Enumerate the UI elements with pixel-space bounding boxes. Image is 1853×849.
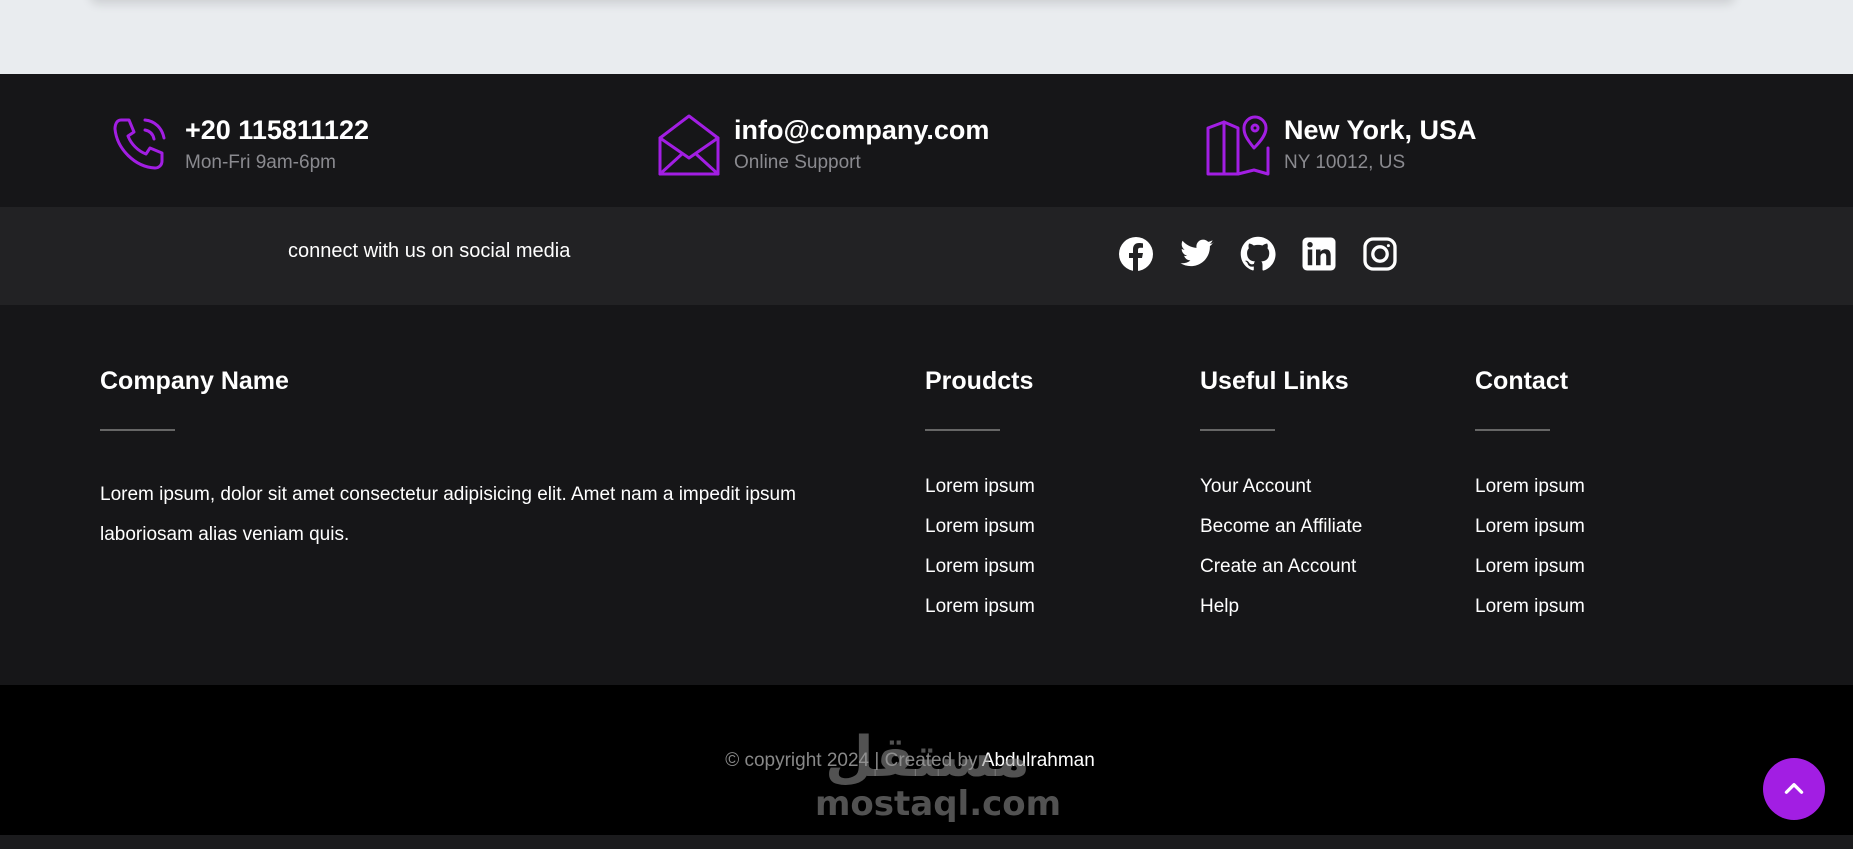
- contact-phone: +20 115811122 Mon-Fri 9am-6pm: [107, 114, 369, 178]
- page-top-area: [0, 0, 1853, 74]
- contact-email-subtitle: Online Support: [734, 152, 861, 173]
- main-footer: Company Name Lorem ipsum, dolor sit amet…: [0, 305, 1853, 685]
- page-bottom-strip: [0, 835, 1853, 849]
- author-link[interactable]: Abdulrahman: [982, 750, 1095, 771]
- footer-contact-underline: [1475, 429, 1550, 431]
- copyright: © copyright 2024 | Created by Abdulrahma…: [0, 750, 1820, 772]
- contact-location-title: New York, USA: [1284, 115, 1477, 145]
- contact-location: New York, USA NY 10012, US: [1206, 114, 1477, 178]
- map-pin-icon: [1206, 115, 1270, 176]
- chevron-up-icon: [1784, 783, 1804, 794]
- copyright-text: © copyright 2024 | Created by: [725, 750, 978, 771]
- footer-link-your-account[interactable]: Your Account: [1200, 467, 1362, 507]
- instagram-link[interactable]: [1362, 236, 1398, 272]
- footer-company-text: Lorem ipsum, dolor sit amet consectetur …: [100, 484, 796, 545]
- linkedin-link[interactable]: [1301, 236, 1337, 272]
- twitter-icon: [1180, 239, 1214, 267]
- social-media-text: connect with us on social media: [288, 240, 571, 262]
- footer-company-title: Company Name: [100, 367, 289, 395]
- footer-contact-link[interactable]: Lorem ipsum: [1475, 587, 1585, 627]
- footer-products-link[interactable]: Lorem ipsum: [925, 467, 1035, 507]
- contact-email: info@company.com Online Support: [656, 114, 989, 178]
- social-icons: [1118, 236, 1423, 272]
- footer-products-title: Proudcts: [925, 367, 1034, 395]
- footer-useful-links-underline: [1200, 429, 1275, 431]
- github-icon: [1240, 236, 1276, 271]
- footer-contact-link[interactable]: Lorem ipsum: [1475, 467, 1585, 507]
- footer-company-column: Company Name Lorem ipsum, dolor sit amet…: [100, 365, 860, 555]
- linkedin-icon: [1302, 237, 1336, 271]
- github-link[interactable]: [1240, 236, 1276, 272]
- footer-link-create-account[interactable]: Create an Account: [1200, 547, 1362, 587]
- footer-products-link[interactable]: Lorem ipsum: [925, 507, 1035, 547]
- envelope-icon: [658, 114, 720, 176]
- contact-location-subtitle: NY 10012, US: [1284, 152, 1406, 173]
- contact-info-bar: +20 115811122 Mon-Fri 9am-6pm info@compa…: [0, 74, 1853, 207]
- contact-phone-subtitle: Mon-Fri 9am-6pm: [185, 152, 336, 173]
- footer-company-underline: [100, 429, 175, 431]
- footer-contact-link[interactable]: Lorem ipsum: [1475, 547, 1585, 587]
- footer-products-link[interactable]: Lorem ipsum: [925, 547, 1035, 587]
- twitter-link[interactable]: [1179, 236, 1215, 272]
- facebook-link[interactable]: [1118, 236, 1154, 272]
- footer-useful-links-column: Useful Links Your Account Become an Affi…: [1200, 365, 1362, 627]
- phone-icon: [113, 118, 166, 170]
- footer-contact-link[interactable]: Lorem ipsum: [1475, 507, 1585, 547]
- footer-products-link[interactable]: Lorem ipsum: [925, 587, 1035, 627]
- footer-link-help[interactable]: Help: [1200, 587, 1362, 627]
- footer-contact-column: Contact Lorem ipsum Lorem ipsum Lorem ip…: [1475, 365, 1585, 627]
- scroll-to-top-button[interactable]: [1763, 758, 1825, 820]
- instagram-icon: [1363, 237, 1397, 271]
- footer-useful-links-title: Useful Links: [1200, 367, 1349, 395]
- footer-products-column: Proudcts Lorem ipsum Lorem ipsum Lorem i…: [925, 365, 1035, 627]
- footer-contact-title: Contact: [1475, 367, 1569, 395]
- footer-products-underline: [925, 429, 1000, 431]
- contact-phone-title: +20 115811122: [185, 115, 369, 145]
- footer-link-become-affiliate[interactable]: Become an Affiliate: [1200, 507, 1362, 547]
- social-media-bar: [0, 207, 1853, 305]
- contact-email-title[interactable]: info@company.com: [734, 114, 989, 146]
- facebook-icon: [1119, 237, 1153, 271]
